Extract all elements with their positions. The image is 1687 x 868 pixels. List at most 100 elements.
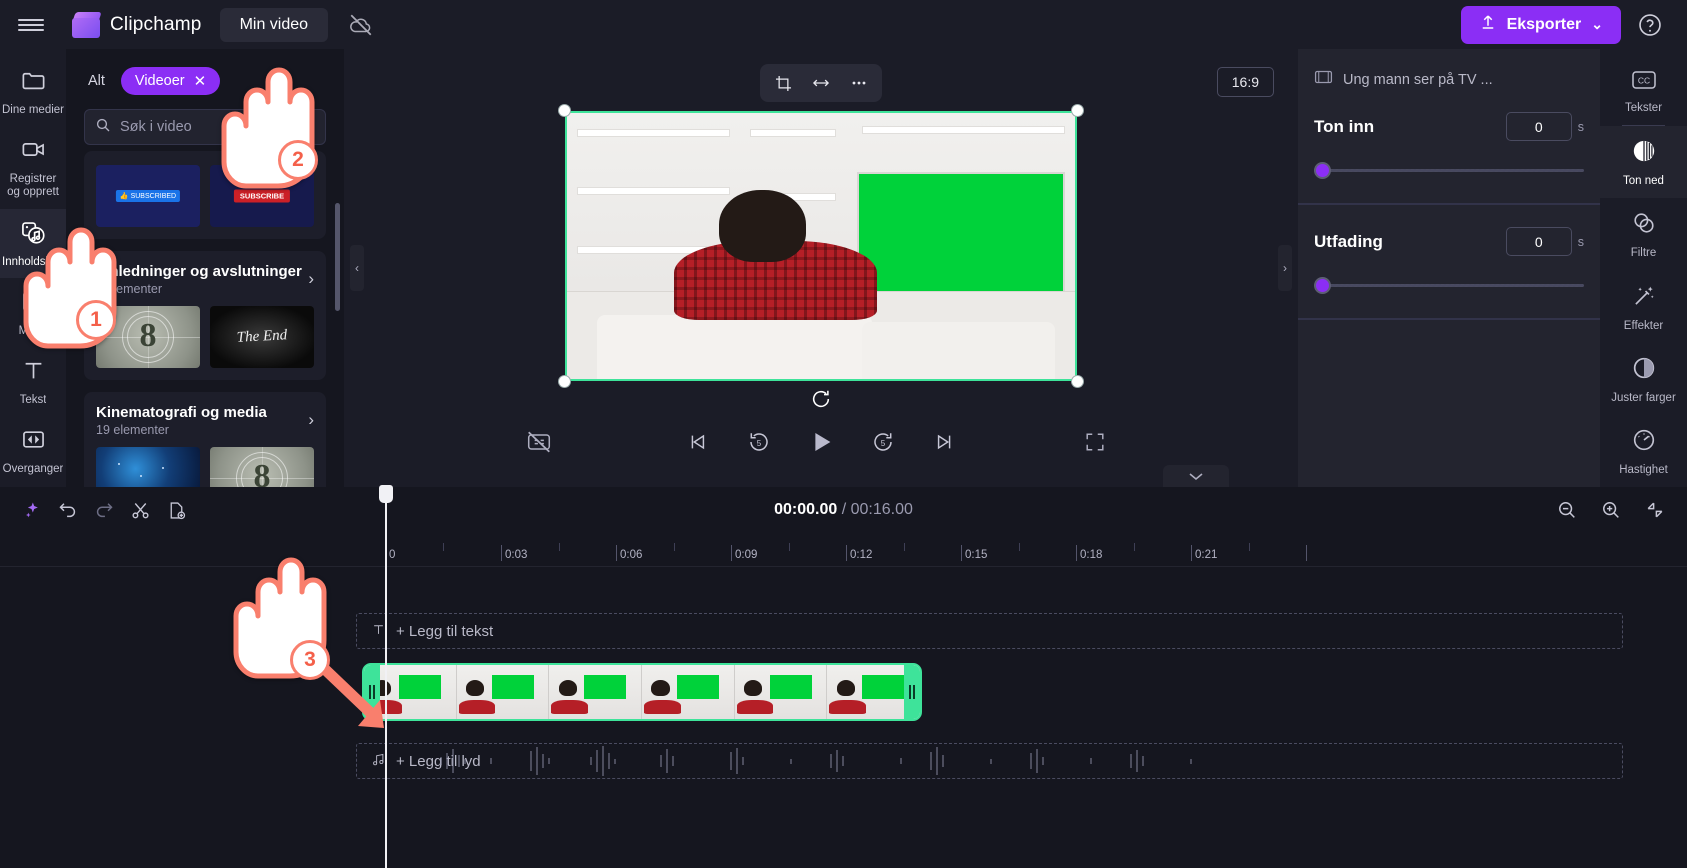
clipchamp-app: Clipchamp Min video Eksporter ⌄ Dine med…	[0, 0, 1687, 868]
track-add-text[interactable]: + Legg til tekst	[356, 613, 1623, 649]
forward-5-icon[interactable]: 5	[866, 425, 900, 459]
timeline-clip-video[interactable]	[362, 663, 922, 721]
browser-scrollbar[interactable]	[335, 203, 340, 311]
category-card-kinematografi[interactable]: Kinematografi og media 19 elementer › 8	[84, 392, 326, 487]
category-count: 19 elementer	[96, 423, 169, 437]
export-button[interactable]: Eksporter ⌄	[1460, 5, 1621, 44]
properties-panel: Ung mann ser på TV ... Ton inn s Utfadin…	[1298, 49, 1600, 487]
tool-item-hastighet[interactable]: Hastighet	[1600, 415, 1687, 487]
video-camera-icon	[20, 136, 47, 168]
close-icon[interactable]: ✕	[194, 74, 207, 89]
resize-handle-br[interactable]	[1072, 376, 1083, 387]
thumbnail-countdown-8[interactable]: 8	[210, 447, 314, 487]
filter-chip-alt[interactable]: Alt	[84, 67, 109, 95]
redo-icon[interactable]	[86, 494, 122, 526]
timeline-panel-toggle[interactable]	[1163, 465, 1229, 487]
playback-controls: 5 5	[344, 425, 1298, 459]
zoom-in-icon[interactable]	[1593, 494, 1629, 526]
fade-in-label: Ton inn	[1314, 116, 1375, 136]
category-card-innledninger[interactable]: Innledninger og avslutninger 3 elementer…	[84, 251, 326, 380]
sidebar-item-dine-medier[interactable]: Dine medier	[0, 57, 66, 126]
collapse-right-button[interactable]: ›	[1278, 245, 1292, 291]
fade-out-input[interactable]	[1505, 227, 1572, 256]
upload-icon	[1479, 13, 1497, 36]
ruler-tick-label: 0:12	[850, 549, 873, 561]
thumbnail-digital-globe[interactable]	[96, 447, 200, 487]
help-circle-icon[interactable]	[1635, 10, 1665, 40]
split-scissors-icon[interactable]	[122, 494, 158, 526]
cloud-off-icon[interactable]	[344, 8, 378, 42]
search-input[interactable]	[120, 119, 315, 135]
tool-label: Tekster	[1624, 102, 1663, 114]
clip-trim-handle-left[interactable]	[364, 665, 380, 719]
grid-templates-icon	[20, 288, 47, 320]
left-nav-rail: Dine medier Registrer og opprett Innhold…	[0, 49, 66, 545]
resize-handle-tl[interactable]	[559, 105, 570, 116]
resize-handle-bl[interactable]	[559, 376, 570, 387]
chevron-right-icon[interactable]: ›	[308, 404, 314, 430]
ruler-tick-label: 0:03	[505, 549, 528, 561]
tool-item-filtre[interactable]: Filtre	[1600, 198, 1687, 270]
tool-item-ton-ned[interactable]: Ton ned	[1600, 126, 1687, 199]
top-bar: Clipchamp Min video Eksporter ⌄	[0, 0, 1687, 49]
filter-chip-videoer[interactable]: Videoer ✕	[120, 67, 221, 95]
resize-handle-tr[interactable]	[1072, 105, 1083, 116]
undo-icon[interactable]	[50, 494, 86, 526]
zoom-out-icon[interactable]	[1549, 494, 1585, 526]
music-note-icon	[371, 752, 386, 771]
crop-icon[interactable]	[766, 68, 800, 98]
fade-in-input[interactable]	[1505, 112, 1572, 141]
rotate-icon[interactable]	[809, 387, 833, 411]
tool-item-juster-farger[interactable]: Juster farger	[1600, 343, 1687, 415]
tool-item-tekster[interactable]: CC Tekster	[1600, 57, 1687, 125]
fade-in-slider-knob[interactable]	[1314, 162, 1331, 179]
svg-text:CC: CC	[1637, 76, 1649, 86]
tool-label: Effekter	[1623, 319, 1664, 332]
play-button[interactable]	[804, 425, 838, 459]
fade-in-row: Ton inn s	[1298, 90, 1600, 181]
video-preview[interactable]	[565, 111, 1077, 381]
fit-to-screen-icon[interactable]	[1637, 494, 1673, 526]
sidebar-label: Overganger	[2, 463, 64, 476]
content-browser-panel: Alt Videoer ✕ Søk i video 👍 SUBSCRIBED S…	[66, 49, 344, 487]
sidebar-item-maler[interactable]: Maler	[0, 278, 66, 347]
ruler-tick-label: 0	[389, 549, 396, 561]
sidebar-item-tekst[interactable]: Tekst	[0, 347, 66, 416]
fullscreen-icon[interactable]	[1078, 425, 1112, 459]
fade-out-slider-knob[interactable]	[1314, 277, 1331, 294]
tool-label: Juster farger	[1611, 391, 1676, 404]
search-box[interactable]	[84, 109, 326, 145]
fade-in-slider[interactable]	[1314, 159, 1584, 181]
hamburger-icon[interactable]	[0, 16, 62, 34]
timeline-playhead[interactable]	[379, 485, 393, 868]
scene-image	[567, 113, 1075, 379]
aspect-ratio-button[interactable]: 16:9	[1216, 67, 1274, 97]
chevron-right-icon[interactable]: ›	[308, 263, 314, 289]
skip-next-icon[interactable]	[928, 425, 962, 459]
thumbnail-subscribed-banner[interactable]	[96, 165, 200, 227]
thumbnail-the-end[interactable]	[210, 306, 314, 368]
selected-clip-title: Ung mann ser på TV ...	[1343, 71, 1493, 88]
tool-item-effekter[interactable]: Effekter	[1600, 271, 1687, 343]
timeline-zoom-controls	[1549, 494, 1673, 526]
fade-out-slider[interactable]	[1314, 274, 1584, 296]
collapse-left-button[interactable]: ‹	[350, 245, 364, 291]
fade-in-unit: s	[1577, 119, 1584, 134]
more-horizontal-icon[interactable]	[842, 68, 876, 98]
tutorial-badge-3: 3	[290, 640, 330, 680]
total-time: 00:16.00	[850, 501, 913, 518]
duplicate-icon[interactable]	[158, 494, 194, 526]
sidebar-item-overganger[interactable]: Overganger	[0, 416, 66, 485]
skip-previous-icon[interactable]	[680, 425, 714, 459]
svg-text:5: 5	[757, 439, 762, 448]
project-name-button[interactable]: Min video	[219, 7, 329, 42]
rewind-5-icon[interactable]: 5	[742, 425, 776, 459]
tool-label: Hastighet	[1619, 464, 1668, 477]
filter-chips: Alt Videoer ✕	[66, 49, 344, 95]
sidebar-item-registrer-og-opprett[interactable]: Registrer og opprett	[0, 126, 66, 208]
clip-trim-handle-right[interactable]	[904, 665, 920, 719]
flip-horizontal-icon[interactable]	[804, 68, 838, 98]
timeline-ruler[interactable]: 0 0:03 0:06 0:09 0:12 0:15 0:18 0:21	[0, 533, 1687, 567]
ai-sparkle-icon[interactable]	[14, 494, 50, 526]
sidebar-item-innholdsbibliotek[interactable]: Innholdsbi...	[0, 208, 66, 278]
